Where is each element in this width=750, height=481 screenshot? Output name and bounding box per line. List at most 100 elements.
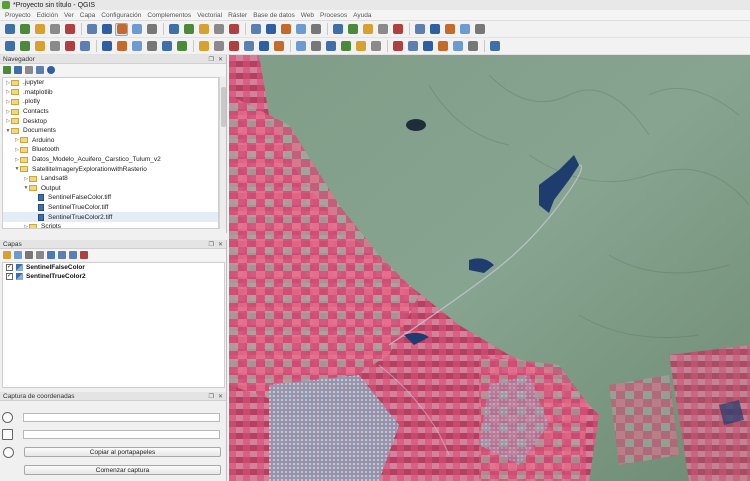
statistics-icon[interactable] bbox=[413, 23, 426, 36]
filter-expression-icon[interactable] bbox=[47, 251, 55, 259]
tree-item[interactable]: ▷ Contacts bbox=[3, 107, 218, 117]
menu-item-complementos[interactable]: Complementos bbox=[144, 12, 194, 19]
add-postgis-icon[interactable] bbox=[100, 40, 113, 53]
add-wfs-icon[interactable] bbox=[130, 40, 143, 53]
layer-row[interactable]: SentinelFalseColor bbox=[3, 263, 224, 272]
expand-all-icon[interactable] bbox=[58, 251, 66, 259]
show-bookmarks-icon[interactable] bbox=[294, 23, 307, 36]
zoom-out-icon[interactable] bbox=[167, 23, 180, 36]
layer-row[interactable]: SentinelTrueColor2 bbox=[3, 272, 224, 281]
style-manager-icon[interactable] bbox=[100, 23, 113, 36]
add-raster-icon[interactable] bbox=[48, 40, 61, 53]
collapse-icon[interactable] bbox=[36, 66, 44, 74]
coord-field-1[interactable] bbox=[23, 413, 220, 422]
move-feature-icon[interactable] bbox=[212, 40, 225, 53]
close-icon[interactable]: ✕ bbox=[218, 393, 223, 400]
move-label-icon[interactable] bbox=[391, 40, 404, 53]
add-vector-icon[interactable] bbox=[33, 40, 46, 53]
layer-visibility-checkbox[interactable] bbox=[6, 263, 13, 271]
add-selected-icon[interactable] bbox=[3, 66, 11, 74]
add-spatialite-icon[interactable] bbox=[78, 40, 91, 53]
add-wms-icon[interactable] bbox=[115, 40, 128, 53]
layer-visibility-checkbox[interactable] bbox=[6, 272, 13, 280]
paste-icon[interactable] bbox=[294, 40, 307, 53]
redo-icon[interactable] bbox=[324, 40, 337, 53]
data-source-manager-icon[interactable] bbox=[3, 40, 16, 53]
zoom-layer-icon[interactable] bbox=[212, 23, 225, 36]
undo-icon[interactable] bbox=[309, 40, 322, 53]
georeferencer-icon[interactable] bbox=[451, 40, 464, 53]
copy-icon[interactable] bbox=[272, 40, 285, 53]
rotate-label-icon[interactable] bbox=[406, 40, 419, 53]
layout-manager-icon[interactable] bbox=[85, 23, 98, 36]
save-edits-icon[interactable] bbox=[175, 40, 188, 53]
label-icon[interactable] bbox=[339, 40, 352, 53]
menu-item-configuraci-n[interactable]: Configuración bbox=[98, 12, 144, 19]
menu-item-proyecto[interactable]: Proyecto bbox=[2, 12, 34, 19]
float-icon[interactable]: ❐ bbox=[209, 241, 214, 248]
help-icon[interactable] bbox=[466, 40, 479, 53]
tree-item[interactable]: ▼ Output bbox=[3, 184, 218, 194]
cut-icon[interactable] bbox=[257, 40, 270, 53]
attribute-table-icon[interactable] bbox=[376, 23, 389, 36]
tree-item[interactable]: ▷ .jupyter bbox=[3, 78, 218, 88]
coord-field-2[interactable] bbox=[23, 430, 220, 439]
menu-item-ayuda[interactable]: Ayuda bbox=[350, 12, 374, 19]
navigator-scrollbar[interactable] bbox=[219, 77, 226, 229]
menu-item-edici-n[interactable]: Edición bbox=[34, 12, 61, 19]
filter-icon[interactable] bbox=[25, 66, 33, 74]
add-csv-icon[interactable] bbox=[63, 40, 76, 53]
print-layout-icon[interactable] bbox=[63, 23, 76, 36]
grid-crs-icon[interactable] bbox=[2, 429, 13, 440]
deselect-icon[interactable] bbox=[361, 23, 374, 36]
tree-item[interactable]: ▷ Bluetooth bbox=[3, 145, 218, 155]
menu-item-procesos[interactable]: Procesos bbox=[317, 12, 350, 19]
identify-icon[interactable] bbox=[331, 23, 344, 36]
tree-item[interactable]: ▷ Desktop bbox=[3, 116, 218, 126]
menu-item-base-de-datos[interactable]: Base de datos bbox=[250, 12, 298, 19]
about-icon[interactable] bbox=[488, 40, 501, 53]
properties-icon[interactable] bbox=[47, 66, 55, 74]
tree-item[interactable]: ▷ Landsat8 bbox=[3, 174, 218, 184]
track-icon[interactable] bbox=[3, 447, 14, 458]
new-layer-icon[interactable] bbox=[18, 40, 31, 53]
tree-item[interactable]: ▷ Arduino bbox=[3, 136, 218, 146]
zoom-in-icon[interactable] bbox=[145, 23, 158, 36]
float-icon[interactable]: ❐ bbox=[209, 56, 214, 63]
tree-item[interactable]: ▷ .matplotlib bbox=[3, 88, 218, 98]
menu-item-r-ster[interactable]: Ráster bbox=[225, 12, 250, 19]
close-icon[interactable]: ✕ bbox=[218, 56, 223, 63]
digitize-icon[interactable] bbox=[145, 40, 158, 53]
tree-item[interactable]: ▷ Scripts bbox=[3, 222, 218, 228]
close-icon[interactable]: ✕ bbox=[218, 241, 223, 248]
menu-item-ver[interactable]: Ver bbox=[61, 12, 77, 19]
pan-icon[interactable] bbox=[115, 22, 128, 36]
zoom-last-icon[interactable] bbox=[249, 23, 262, 36]
show-label-icon[interactable] bbox=[369, 40, 382, 53]
change-label-icon[interactable] bbox=[421, 40, 434, 53]
tree-item[interactable]: ▼ Documents bbox=[3, 126, 218, 136]
menu-item-vectorial[interactable]: Vectorial bbox=[194, 12, 225, 19]
tree-item[interactable]: SentinelTrueColor2.tiff bbox=[3, 212, 218, 222]
open-project-icon[interactable] bbox=[18, 23, 31, 36]
field-calculator-icon[interactable] bbox=[391, 23, 404, 36]
measure-icon[interactable] bbox=[428, 23, 441, 36]
tree-item[interactable]: SentinelFalseColor.tiff bbox=[3, 193, 218, 203]
remove-layer-icon[interactable] bbox=[80, 251, 88, 259]
collapse-all-icon[interactable] bbox=[69, 251, 77, 259]
new-project-icon[interactable] bbox=[3, 23, 16, 36]
add-feature-icon[interactable] bbox=[197, 40, 210, 53]
text-annotation-icon[interactable] bbox=[473, 23, 486, 36]
zoom-selection-icon[interactable] bbox=[197, 23, 210, 36]
copy-clipboard-button[interactable]: Copiar al portapapeles bbox=[24, 447, 221, 457]
map-tips-icon[interactable] bbox=[443, 23, 456, 36]
pan-to-selection-icon[interactable] bbox=[130, 23, 143, 36]
zoom-next-icon[interactable] bbox=[264, 23, 277, 36]
node-tool-icon[interactable] bbox=[227, 40, 240, 53]
tree-item[interactable]: ▷ .plotly bbox=[3, 97, 218, 107]
refresh-icon[interactable] bbox=[14, 66, 22, 74]
menu-item-capa[interactable]: Capa bbox=[77, 12, 99, 19]
zoom-native-icon[interactable] bbox=[227, 23, 240, 36]
pin-label-icon[interactable] bbox=[354, 40, 367, 53]
annotation-icon[interactable] bbox=[458, 23, 471, 36]
